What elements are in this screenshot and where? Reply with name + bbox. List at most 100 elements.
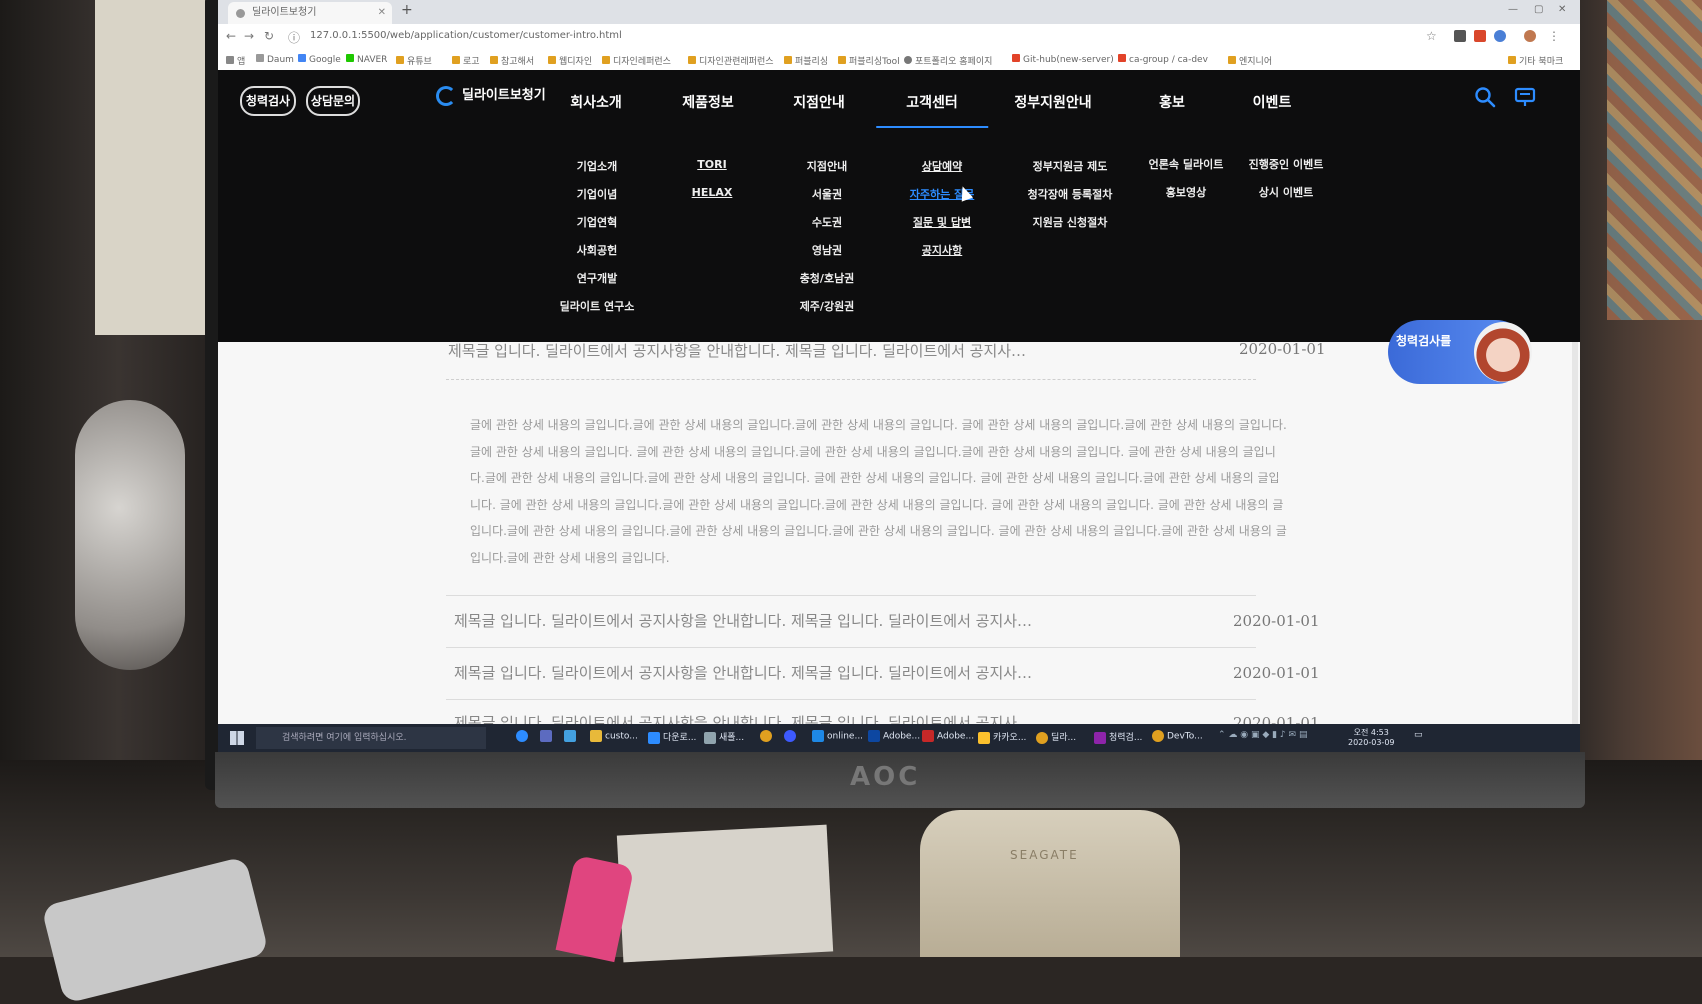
taskbar-app[interactable]: 딜라... (1036, 730, 1076, 744)
app-icon[interactable] (540, 730, 555, 742)
bookmark-item[interactable]: 참고해서 (490, 54, 534, 67)
bookmark-item[interactable]: 포트폴리오 홈페이지 (904, 54, 992, 67)
taskbar-app[interactable]: 청력검... (1094, 730, 1142, 744)
chat-bubble-button[interactable]: 청력검사를 (1388, 320, 1532, 384)
submenu-item[interactable]: 기업이념 (577, 186, 617, 202)
clock-time: 오전 4:53 (1353, 728, 1389, 737)
search-icon[interactable] (1474, 86, 1496, 108)
bookmark-item[interactable]: 엔지니어 (1228, 54, 1272, 67)
menu-event[interactable]: 이벤트 (1253, 92, 1292, 112)
extension-icon[interactable] (1454, 30, 1466, 42)
submenu-item[interactable]: 충청/호남권 (800, 270, 855, 286)
bookmark-item[interactable]: Daum (256, 54, 294, 65)
submenu-item[interactable]: 질문 및 답변 (913, 214, 971, 230)
bookmark-star-icon[interactable]: ☆ (1426, 29, 1437, 43)
back-icon[interactable]: ← (226, 29, 236, 43)
minimize-icon[interactable]: — (1508, 4, 1518, 15)
taskbar-app[interactable]: 다운로... (648, 730, 696, 744)
submenu-item[interactable]: 수도권 (812, 214, 842, 230)
bookmark-item[interactable]: 디자인레퍼런스 (602, 54, 671, 67)
submenu-item[interactable]: 상시 이벤트 (1259, 184, 1313, 200)
submenu-item[interactable]: 언론속 딜라이트 (1149, 156, 1224, 172)
bookmark-item[interactable]: Google (298, 54, 341, 65)
tab-close-icon[interactable]: ✕ (378, 2, 386, 24)
reload-icon[interactable]: ↻ (264, 29, 274, 43)
submenu-item[interactable]: 지원금 신청절차 (1033, 214, 1108, 230)
bookmark-item[interactable]: 유튜브 (396, 54, 432, 67)
tray-icons[interactable]: ⌃ ☁ ◉ ▣ ◆ ▮ ♪ ✉ ▤ (1218, 730, 1307, 740)
notice-title[interactable]: 제목글 입니다. 딜라이트에서 공지사항을 안내합니다. 제목글 입니다. 딜라… (454, 610, 1032, 631)
notice-title[interactable]: 제목글 입니다. 딜라이트에서 공지사항을 안내합니다. 제목글 입니다. 딜라… (448, 340, 1026, 361)
sitemap-icon[interactable] (1514, 86, 1536, 108)
hearing-test-button[interactable]: 청력검사 (240, 86, 296, 116)
submenu-item[interactable]: 기업소개 (577, 158, 617, 174)
notice-title[interactable]: 제목글 입니다. 딜라이트에서 공지사항을 안내합니다. 제목글 입니다. 딜라… (454, 662, 1032, 683)
submenu-item[interactable]: 영남권 (812, 242, 842, 258)
submenu-item[interactable]: 홍보영상 (1166, 184, 1206, 200)
chrome-icon[interactable] (760, 730, 775, 742)
maximize-icon[interactable]: ▢ (1534, 4, 1543, 15)
app-icon[interactable] (784, 730, 799, 742)
submenu-item[interactable]: 기업연혁 (577, 214, 617, 230)
new-tab-icon[interactable]: + (401, 2, 413, 18)
submenu-item[interactable]: 진행중인 이벤트 (1249, 156, 1324, 172)
taskbar-app[interactable]: DevTo... (1152, 730, 1203, 742)
profile-avatar[interactable] (1524, 30, 1536, 42)
scrollbar[interactable] (1572, 342, 1578, 734)
menu-government-support[interactable]: 정부지원안내 (1014, 92, 1091, 112)
bookmark-item[interactable]: NAVER (346, 54, 387, 65)
menu-branches[interactable]: 지점안내 (793, 92, 845, 112)
site-logo[interactable]: 딜라이트보청기 (436, 84, 546, 106)
notice-date: 2020-01-01 (1233, 612, 1320, 630)
submenu-item[interactable]: 제주/강원권 (800, 298, 855, 314)
browser-tab[interactable]: 딜라이트보청기 ✕ (228, 2, 392, 24)
bookmark-item[interactable]: Git-hub(new-server) (1012, 54, 1114, 65)
taskbar-app[interactable]: Adobe... (868, 730, 920, 742)
submenu-item[interactable]: 지점안내 (807, 158, 847, 174)
browser-tabbar: 딜라이트보청기 ✕ + — ▢ ✕ (218, 0, 1580, 24)
menu-products[interactable]: 제품정보 (682, 92, 734, 112)
taskbar-app[interactable]: online... (812, 730, 863, 742)
extension-icon[interactable] (1494, 30, 1506, 42)
submenu-item[interactable]: 청각장애 등록절차 (1028, 186, 1113, 202)
app-icon[interactable] (564, 730, 579, 742)
windows-start-icon[interactable] (230, 731, 244, 745)
taskbar-app[interactable]: 카카오... (978, 730, 1026, 744)
submenu-item[interactable]: 정부지원금 제도 (1033, 158, 1108, 174)
bookmark-item[interactable]: 디자인관련레퍼런스 (688, 54, 774, 67)
bookmark-item[interactable]: 퍼블리싱 (784, 54, 828, 67)
bookmark-item[interactable]: 로고 (452, 54, 480, 67)
menu-company[interactable]: 회사소개 (570, 92, 622, 112)
taskbar-app[interactable]: custo... (590, 730, 638, 742)
bookmark-item[interactable]: 웹디자인 (548, 54, 592, 67)
submenu-item[interactable]: 서울권 (812, 186, 842, 202)
url-input[interactable]: 127.0.0.1:5500/web/application/customer/… (310, 30, 622, 41)
forward-icon[interactable]: → (244, 29, 254, 43)
submenu-item[interactable]: 상담예약 (922, 158, 962, 174)
taskbar-search-input[interactable]: 검색하려면 여기에 입력하십시오. (256, 727, 486, 749)
extension-icon[interactable] (1474, 30, 1486, 42)
submenu-item[interactable]: TORI (697, 158, 726, 171)
taskbar-clock[interactable]: 오전 4:53 2020-03-09 (1348, 728, 1395, 748)
edge-icon[interactable] (516, 730, 531, 742)
submenu-item[interactable]: HELAX (692, 186, 733, 199)
consult-button[interactable]: 상담문의 (306, 86, 360, 116)
notice-list: 제목글 입니다. 딜라이트에서 공지사항을 안내합니다. 제목글 입니다. 딜라… (218, 320, 1580, 734)
site-info-icon[interactable]: ⓘ (288, 29, 300, 46)
bookmark-item[interactable]: 앱 (226, 54, 245, 67)
submenu-item[interactable]: 사회공헌 (577, 242, 617, 258)
notification-icon[interactable]: ▭ (1414, 730, 1423, 740)
bookmark-item[interactable]: 퍼블리싱Tool (838, 54, 900, 67)
bookmark-item[interactable]: 기타 북마크 (1508, 54, 1563, 67)
submenu-item[interactable]: 공지사항 (922, 242, 962, 258)
menu-pr[interactable]: 홍보 (1159, 92, 1185, 112)
notice-date: 2020-01-01 (1239, 340, 1326, 358)
bookmark-item[interactable]: ca-group / ca-dev (1118, 54, 1208, 65)
taskbar-app[interactable]: Adobe... (922, 730, 974, 742)
taskbar-app[interactable]: 새폴... (704, 730, 744, 744)
submenu-item[interactable]: 연구개발 (577, 270, 617, 286)
close-icon[interactable]: ✕ (1558, 4, 1566, 15)
submenu-item[interactable]: 딜라이트 연구소 (560, 298, 635, 314)
more-icon[interactable]: ⋮ (1548, 29, 1560, 43)
menu-customer-center[interactable]: 고객센터 (876, 92, 988, 128)
